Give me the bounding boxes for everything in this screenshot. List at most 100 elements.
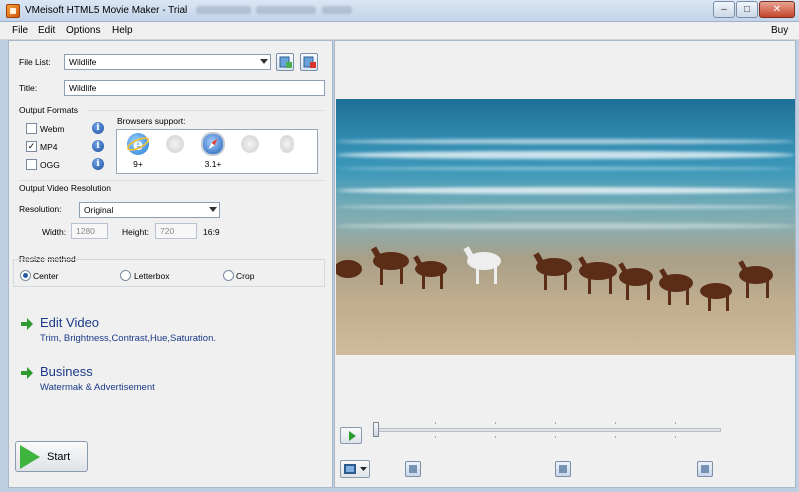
edit-video-description: Trim, Brightness,Contrast,Hue,Saturation…: [40, 333, 216, 344]
wave: [336, 223, 795, 229]
wave: [336, 205, 795, 209]
video-preview: [336, 99, 795, 355]
height-label: Height:: [122, 227, 149, 237]
start-button[interactable]: Start: [15, 441, 88, 472]
tick: [555, 422, 556, 424]
divider: [87, 110, 325, 111]
preview-panel: [334, 40, 796, 488]
close-icon: ✕: [772, 4, 782, 15]
timeline-thumb[interactable]: [373, 422, 379, 437]
menu-help[interactable]: Help: [112, 25, 133, 36]
add-file-button[interactable]: [276, 53, 294, 71]
edit-video-link[interactable]: Edit Video: [40, 315, 99, 330]
minimize-icon: –: [721, 4, 727, 15]
webm-checkbox[interactable]: [26, 123, 37, 134]
browsers-support-heading: Browsers support:: [117, 116, 186, 126]
letterbox-label: Letterbox: [134, 271, 170, 281]
menu-options[interactable]: Options: [66, 25, 100, 36]
arrow-right-icon: [21, 367, 33, 379]
save-frame-icon[interactable]: [555, 461, 571, 477]
remove-file-button[interactable]: [300, 53, 318, 71]
safari-version: 3.1+: [204, 159, 222, 169]
snapshot-menu-button[interactable]: [340, 460, 370, 478]
tick: [555, 436, 556, 438]
wave: [336, 187, 795, 194]
frame-edit-icon[interactable]: [405, 461, 421, 477]
tick: [435, 436, 436, 438]
ogg-checkbox[interactable]: [26, 159, 37, 170]
menu-bar: File Edit Options Help Buy: [0, 22, 799, 40]
play-icon: [20, 445, 40, 469]
chevron-down-icon: [209, 207, 217, 212]
firefox-icon: [166, 135, 184, 153]
ie-version: 9+: [133, 159, 143, 169]
file-list-dropdown[interactable]: Wildlife: [64, 54, 271, 70]
crop-label: Crop: [236, 271, 255, 281]
chevron-down-icon: [260, 59, 268, 64]
play-icon: [349, 431, 356, 441]
timeline-track[interactable]: [375, 428, 721, 432]
mp4-checkbox[interactable]: ✓: [26, 141, 37, 152]
tick: [675, 422, 676, 424]
image-icon: [344, 464, 367, 474]
app-icon: [6, 4, 20, 18]
tick: [675, 436, 676, 438]
file-list-label: File List:: [19, 57, 51, 67]
chrome-icon: [241, 135, 259, 153]
business-description: Watermak & Advertisement: [40, 382, 155, 393]
frame-settings-icon[interactable]: [697, 461, 713, 477]
crop-radio[interactable]: [223, 270, 234, 281]
ie-icon: e: [127, 133, 149, 155]
center-label: Center: [33, 271, 59, 281]
blurred-title-region: [196, 6, 251, 14]
menu-file[interactable]: File: [12, 25, 28, 36]
remove-file-icon: [303, 56, 316, 68]
info-icon[interactable]: i: [92, 158, 104, 170]
opera-icon: [280, 135, 294, 153]
resolution-heading: Output Video Resolution: [19, 183, 111, 193]
output-formats-heading: Output Formats: [19, 105, 79, 115]
width-label: Width:: [42, 227, 67, 237]
divider: [19, 180, 325, 181]
wave: [336, 151, 795, 159]
height-input[interactable]: 720: [155, 223, 197, 239]
close-button[interactable]: ✕: [759, 1, 795, 18]
blurred-title-region: [256, 6, 316, 14]
tick: [435, 422, 436, 424]
wave: [336, 139, 795, 144]
center-radio[interactable]: [20, 270, 31, 281]
webm-label: Webm: [40, 124, 65, 134]
ogg-label: OGG: [40, 160, 60, 170]
title-input[interactable]: Wildlife: [64, 80, 325, 96]
wave: [336, 167, 795, 170]
tick: [495, 436, 496, 438]
maximize-icon: □: [743, 4, 751, 15]
resolution-selected: Original: [84, 205, 114, 215]
safari-icon: [201, 132, 225, 156]
info-icon[interactable]: i: [92, 140, 104, 152]
tick: [615, 436, 616, 438]
resolution-dropdown[interactable]: Original: [79, 202, 220, 218]
width-input[interactable]: 1280: [71, 223, 108, 239]
settings-panel: File List: Wildlife Title: Wildlife Outp…: [8, 40, 333, 488]
info-icon[interactable]: i: [92, 122, 104, 134]
play-button[interactable]: [340, 427, 362, 444]
aspect-ratio: 16:9: [203, 227, 220, 237]
tick: [495, 422, 496, 424]
maximize-button[interactable]: □: [736, 1, 758, 18]
title-label: Title:: [19, 83, 38, 93]
minimize-button[interactable]: –: [713, 1, 735, 18]
add-file-icon: [279, 56, 292, 68]
blurred-title-region: [322, 6, 352, 14]
title-bar: VMeisoft HTML5 Movie Maker - Trial – □ ✕: [0, 0, 799, 22]
menu-buy[interactable]: Buy: [771, 25, 788, 36]
start-label: Start: [47, 451, 71, 463]
file-list-selected: Wildlife: [69, 57, 97, 67]
business-link[interactable]: Business: [40, 364, 93, 379]
tick: [615, 422, 616, 424]
letterbox-radio[interactable]: [120, 270, 131, 281]
resolution-label: Resolution:: [19, 204, 62, 214]
window-title: VMeisoft HTML5 Movie Maker - Trial: [25, 5, 188, 16]
menu-edit[interactable]: Edit: [38, 25, 55, 36]
browsers-box: e 9+ 3.1+: [116, 129, 318, 174]
